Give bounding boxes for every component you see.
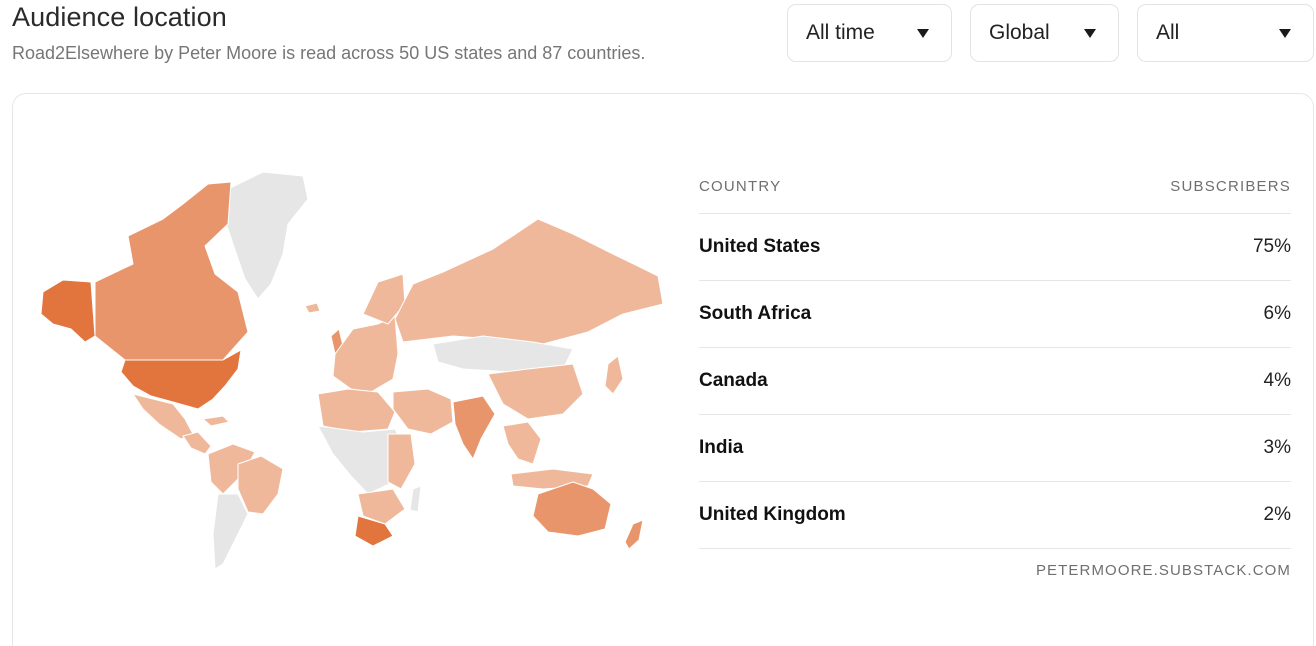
country-name: United Kingdom bbox=[699, 504, 846, 525]
region-dropdown[interactable]: Global bbox=[970, 4, 1119, 62]
table-row: India 3% bbox=[699, 415, 1291, 482]
world-map bbox=[40, 171, 664, 570]
country-table: COUNTRY SUBSCRIBERS United States 75% So… bbox=[699, 160, 1291, 579]
audience-card: COUNTRY SUBSCRIBERS United States 75% So… bbox=[12, 93, 1314, 646]
map-region-southeast-asia bbox=[502, 421, 542, 465]
map-region-china bbox=[487, 363, 584, 420]
caret-down-icon bbox=[1084, 28, 1096, 38]
map-region-australia bbox=[532, 481, 612, 537]
map-region-central-america bbox=[182, 431, 212, 455]
time-range-dropdown[interactable]: All time bbox=[787, 4, 952, 62]
table-row: Canada 4% bbox=[699, 348, 1291, 415]
map-region-new-zealand bbox=[624, 519, 644, 550]
column-header-subscribers: SUBSCRIBERS bbox=[1170, 178, 1291, 195]
map-region-brazil bbox=[237, 455, 284, 515]
subscriber-share: 6% bbox=[1263, 303, 1291, 324]
map-region-madagascar bbox=[409, 485, 422, 513]
map-region-greenland bbox=[222, 171, 309, 300]
column-header-country: COUNTRY bbox=[699, 178, 782, 195]
map-region-east-africa bbox=[387, 433, 416, 490]
time-range-value: All time bbox=[806, 21, 875, 44]
region-value: Global bbox=[989, 21, 1050, 44]
map-region-europe bbox=[332, 315, 399, 393]
subscriber-share: 75% bbox=[1252, 236, 1291, 257]
caret-down-icon bbox=[917, 28, 929, 38]
country-name: India bbox=[699, 437, 744, 458]
country-name: Canada bbox=[699, 370, 768, 391]
subscriber-share: 3% bbox=[1263, 437, 1291, 458]
subscriber-type-dropdown[interactable]: All bbox=[1137, 4, 1314, 62]
country-name: South Africa bbox=[699, 303, 812, 324]
map-region-south-america-south bbox=[212, 493, 249, 570]
table-row: United Kingdom 2% bbox=[699, 482, 1291, 549]
filter-bar: All time Global All bbox=[787, 4, 1314, 62]
table-row: South Africa 6% bbox=[699, 281, 1291, 348]
country-name: United States bbox=[699, 236, 821, 257]
page-title: Audience location bbox=[12, 2, 227, 32]
map-region-russia bbox=[394, 218, 664, 345]
map-region-caribbean bbox=[202, 415, 230, 427]
map-region-alaska bbox=[40, 279, 96, 343]
subscriber-type-value: All bbox=[1156, 21, 1180, 44]
table-header: COUNTRY SUBSCRIBERS bbox=[699, 160, 1291, 214]
map-region-japan bbox=[604, 355, 624, 395]
caret-down-icon bbox=[1279, 28, 1291, 38]
map-region-india bbox=[452, 395, 496, 460]
page-subtitle: Road2Elsewhere by Peter Moore is read ac… bbox=[12, 43, 646, 63]
publication-domain: PETERMOORE.SUBSTACK.COM bbox=[1035, 562, 1291, 579]
map-region-middle-east bbox=[392, 388, 454, 435]
map-region-north-africa bbox=[317, 388, 396, 433]
map-region-canada bbox=[94, 181, 249, 361]
map-region-iceland bbox=[304, 302, 321, 314]
table-row: United States 75% bbox=[699, 214, 1291, 281]
subscriber-share: 2% bbox=[1263, 504, 1291, 525]
subscriber-share: 4% bbox=[1263, 370, 1291, 391]
header: Audience location Road2Elsewhere by Pete… bbox=[12, 0, 645, 64]
